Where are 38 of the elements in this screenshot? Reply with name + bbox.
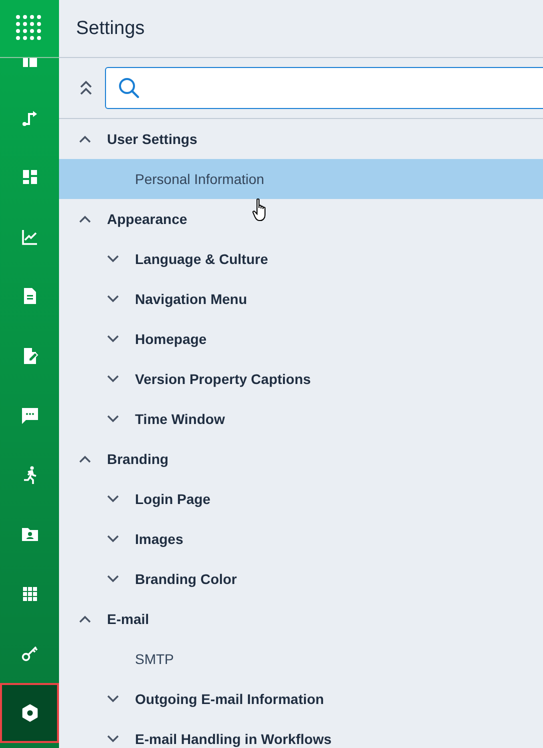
chevron-down-icon bbox=[107, 495, 119, 503]
tree-item[interactable]: E-mail Handling in Workflows bbox=[59, 719, 543, 748]
tree-item[interactable]: Personal Information bbox=[59, 159, 543, 199]
tree-item[interactable]: Version Property Captions bbox=[59, 359, 543, 399]
chevron-down-icon bbox=[107, 335, 119, 343]
search-icon bbox=[118, 77, 140, 99]
chevron-up-icon bbox=[79, 455, 91, 463]
chevron-up-icon bbox=[79, 135, 91, 143]
tree-item[interactable]: Images bbox=[59, 519, 543, 559]
hand-cursor-icon bbox=[252, 198, 268, 222]
chevron-down-icon bbox=[107, 695, 119, 703]
chevron-down-icon bbox=[107, 415, 119, 423]
tree-item[interactable]: Outgoing E-mail Information bbox=[59, 679, 543, 719]
settings-icon bbox=[20, 702, 40, 723]
search-field[interactable] bbox=[105, 67, 543, 109]
dots-grid-icon bbox=[16, 15, 43, 42]
chevron-down-icon bbox=[107, 255, 119, 263]
page-title: Settings bbox=[76, 18, 145, 40]
tree-item[interactable]: Branding Color bbox=[59, 559, 543, 599]
tree-item[interactable]: Branding bbox=[59, 439, 543, 479]
tree-item[interactable]: SMTP bbox=[59, 639, 543, 679]
chevron-down-icon bbox=[107, 295, 119, 303]
tree-item[interactable]: Login Page bbox=[59, 479, 543, 519]
tree-item[interactable]: User Settings bbox=[59, 119, 543, 159]
chevron-down-icon bbox=[107, 535, 119, 543]
chevron-down-icon bbox=[107, 575, 119, 583]
chevron-up-icon bbox=[79, 215, 91, 223]
tree-item[interactable]: Appearance bbox=[59, 199, 543, 239]
chevron-down-icon bbox=[107, 735, 119, 743]
tree-item[interactable]: E-mail bbox=[59, 599, 543, 639]
chevron-up-icon bbox=[79, 615, 91, 623]
tree-item[interactable]: Language & Culture bbox=[59, 239, 543, 279]
tree-item[interactable]: Time Window bbox=[59, 399, 543, 439]
nav-item[interactable] bbox=[0, 683, 59, 742]
chevron-down-icon bbox=[107, 375, 119, 383]
tree-item[interactable]: Homepage bbox=[59, 319, 543, 359]
chat-icon bbox=[20, 405, 40, 426]
tree-item[interactable]: Navigation Menu bbox=[59, 279, 543, 319]
